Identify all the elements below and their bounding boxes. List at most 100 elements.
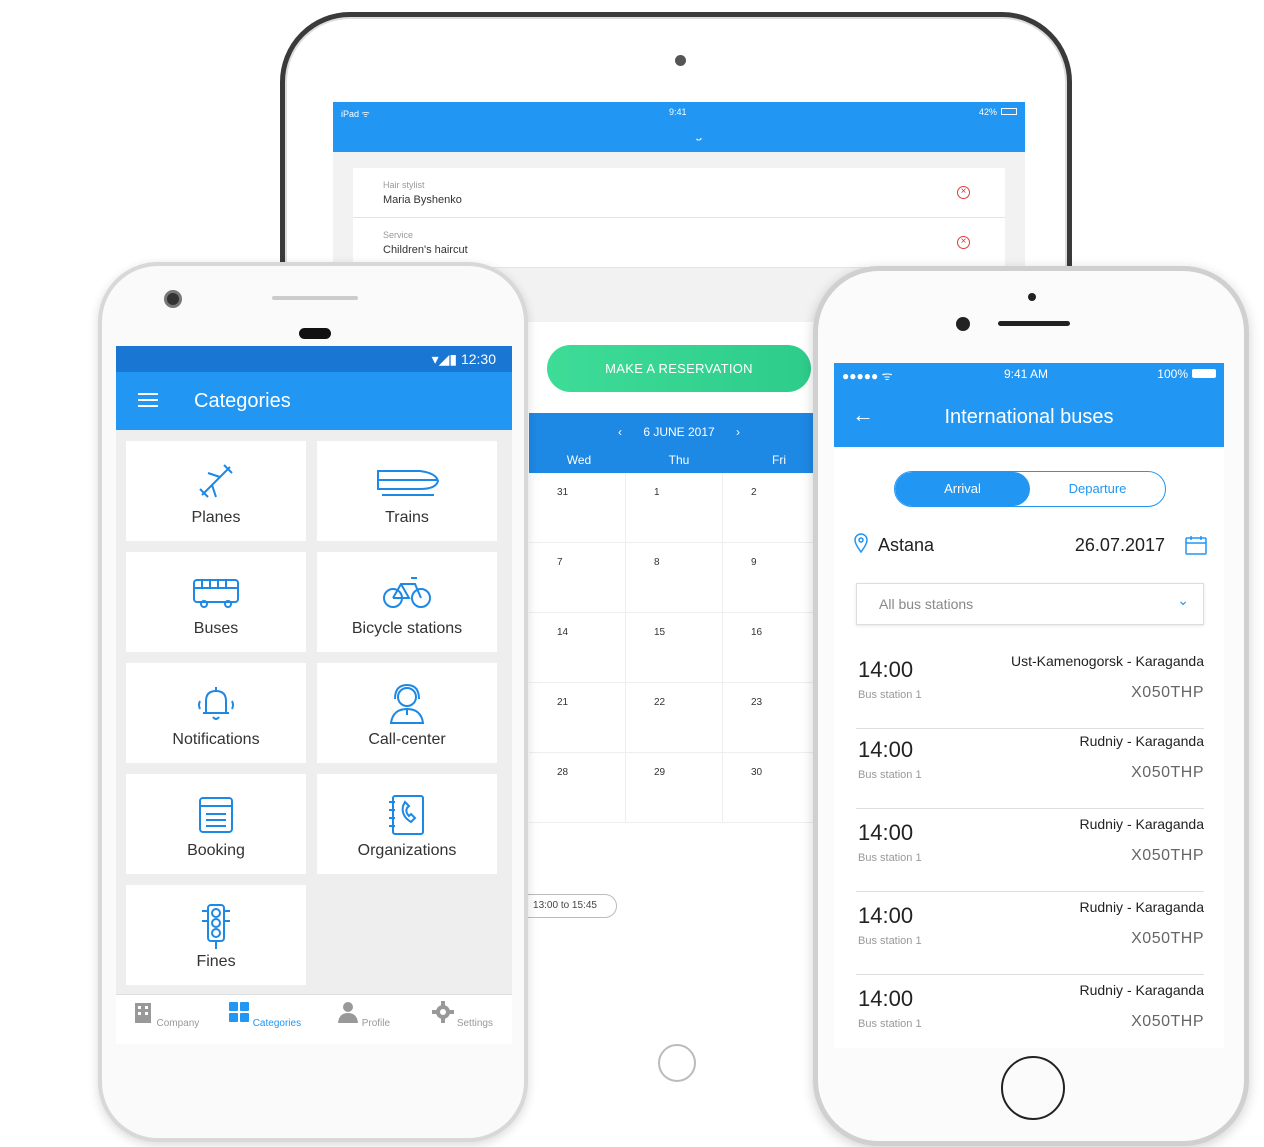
calendar-grid: 31 1 2 7 8 9 14 15 16 21 22 23 28 29 30 bbox=[529, 473, 829, 823]
tile-trains[interactable]: Trains bbox=[317, 441, 497, 541]
segment-arrival[interactable]: Arrival bbox=[895, 472, 1030, 506]
time-slot-pill[interactable]: 13:00 to 15:45 bbox=[513, 894, 617, 918]
tile-bicycle-stations[interactable]: Bicycle stations bbox=[317, 552, 497, 652]
calendar-header: ‹ 6 JUNE 2017 › Wed Thu Fri bbox=[529, 413, 829, 473]
bus-icon bbox=[193, 579, 239, 608]
route-plate: X050THP bbox=[1131, 1013, 1204, 1030]
route-name: Rudniy - Karaganda bbox=[1079, 733, 1204, 749]
calendar-day[interactable]: 9 bbox=[723, 543, 820, 613]
route-row[interactable]: 14:00 Rudniy - Karaganda Bus station 1 X… bbox=[856, 976, 1204, 1048]
iphone-home-button[interactable] bbox=[1001, 1056, 1065, 1120]
tile-call-center[interactable]: Call-center bbox=[317, 663, 497, 763]
calendar-day[interactable]: 1 bbox=[626, 473, 723, 543]
tile-notifications[interactable]: Notifications bbox=[126, 663, 306, 763]
route-station: Bus station 1 bbox=[858, 852, 922, 864]
tile-booking[interactable]: Booking bbox=[126, 774, 306, 874]
tile-label: Buses bbox=[193, 620, 239, 637]
tile-label: Organizations bbox=[357, 842, 457, 859]
android-app-bar: Categories bbox=[116, 372, 512, 430]
android-status-time: 12:30 bbox=[460, 351, 496, 367]
nav-label: Categories bbox=[252, 1018, 302, 1029]
wifi-signal-icon: ▾◢▮ bbox=[431, 351, 461, 367]
nav-categories[interactable]: Categories bbox=[215, 995, 314, 1044]
nav-settings[interactable]: Settings bbox=[413, 995, 512, 1044]
tile-label: Bicycle stations bbox=[351, 620, 463, 637]
tile-planes[interactable]: Planes bbox=[126, 441, 306, 541]
tile-label: Planes bbox=[191, 509, 241, 526]
bus-station-dropdown[interactable]: All bus stations ⌄ bbox=[856, 583, 1204, 625]
nav-profile[interactable]: Profile bbox=[314, 995, 413, 1044]
calendar-day[interactable]: 7 bbox=[529, 543, 626, 613]
date-label[interactable]: 26.07.2017 bbox=[1075, 535, 1165, 556]
category-grid: Planes Trains Buses Bicycle stations Not… bbox=[126, 441, 497, 985]
tile-fines[interactable]: Fines bbox=[126, 885, 306, 985]
calendar-day[interactable]: 30 bbox=[723, 753, 820, 823]
calendar-icon bbox=[199, 797, 233, 833]
location-pin-icon[interactable] bbox=[854, 533, 868, 553]
route-name: Rudniy - Karaganda bbox=[1079, 982, 1204, 998]
building-icon bbox=[134, 1003, 151, 1023]
route-row[interactable]: 14:00 Rudniy - Karaganda Bus station 1 X… bbox=[856, 893, 1204, 975]
route-name: Ust-Kamenogorsk - Karaganda bbox=[1011, 653, 1204, 669]
iphone-status-battery: 100% bbox=[1157, 367, 1188, 381]
tile-label: Call-center bbox=[368, 731, 446, 748]
route-time: 14:00 bbox=[858, 903, 914, 928]
route-plate: X050THP bbox=[1131, 847, 1204, 864]
calendar-day[interactable]: 14 bbox=[529, 613, 626, 683]
route-row[interactable]: 14:00 Rudniy - Karaganda Bus station 1 X… bbox=[856, 810, 1204, 892]
calendar-day[interactable]: 15 bbox=[626, 613, 723, 683]
next-month-icon[interactable]: › bbox=[736, 425, 740, 439]
calendar-day[interactable]: 8 bbox=[626, 543, 723, 613]
calendar-day[interactable]: 29 bbox=[626, 753, 723, 823]
field-service[interactable]: Service Children's haircut × bbox=[353, 218, 1005, 268]
tablet-status-carrier: iPad ᯤ bbox=[341, 109, 370, 119]
calendar-day[interactable]: 22 bbox=[626, 683, 723, 753]
iphone-status-bar: ●●●●● ᯤ 9:41 AM 100% bbox=[834, 363, 1224, 385]
hamburger-menu-icon[interactable] bbox=[138, 393, 158, 407]
route-time: 14:00 bbox=[858, 657, 914, 682]
calendar-day[interactable]: 23 bbox=[723, 683, 820, 753]
tablet-home-button[interactable] bbox=[658, 1044, 696, 1082]
grid-icon bbox=[228, 1002, 249, 1022]
calendar-day[interactable]: 2 bbox=[723, 473, 820, 543]
prev-month-icon[interactable]: ‹ bbox=[618, 425, 622, 439]
calendar-day[interactable]: 16 bbox=[723, 613, 820, 683]
route-station: Bus station 1 bbox=[858, 689, 922, 701]
nav-label: Company bbox=[156, 1018, 200, 1029]
route-plate: X050THP bbox=[1131, 684, 1204, 701]
make-reservation-button[interactable]: MAKE A RESERVATION bbox=[547, 345, 811, 392]
iphone-camera bbox=[956, 317, 970, 331]
tile-label: Fines bbox=[196, 953, 236, 970]
tile-buses[interactable]: Buses bbox=[126, 552, 306, 652]
route-row[interactable]: 14:00 Rudniy - Karaganda Bus station 1 X… bbox=[856, 727, 1204, 809]
route-station: Bus station 1 bbox=[858, 1018, 922, 1030]
field-hair-stylist[interactable]: Hair stylist Maria Byshenko × bbox=[353, 168, 1005, 218]
calendar-day[interactable]: 21 bbox=[529, 683, 626, 753]
nav-label: Profile bbox=[361, 1018, 391, 1029]
page-title: Categories bbox=[194, 390, 291, 412]
calendar-day[interactable]: 31 bbox=[529, 473, 626, 543]
weekday: Wed bbox=[566, 453, 592, 467]
route-station: Bus station 1 bbox=[858, 769, 922, 781]
clear-icon[interactable]: × bbox=[957, 236, 970, 249]
segment-departure[interactable]: Departure bbox=[1030, 472, 1165, 506]
route-name: Rudniy - Karaganda bbox=[1079, 899, 1204, 915]
nav-company[interactable]: Company bbox=[116, 995, 215, 1044]
page-title: International buses bbox=[944, 406, 1114, 428]
iphone-device: ●●●●● ᯤ 9:41 AM 100% ← International bus… bbox=[813, 266, 1249, 1146]
route-station: Bus station 1 bbox=[858, 935, 922, 947]
tile-organizations[interactable]: Organizations bbox=[317, 774, 497, 874]
train-icon bbox=[377, 470, 440, 496]
dropdown-value: All bus stations bbox=[879, 596, 974, 612]
route-row[interactable]: 14:00 Ust-Kamenogorsk - Karaganda Bus st… bbox=[856, 647, 1204, 729]
clear-icon[interactable]: × bbox=[957, 186, 970, 199]
bicycle-icon bbox=[383, 577, 431, 608]
iphone-sensor bbox=[1028, 293, 1036, 301]
calendar-icon[interactable] bbox=[1185, 535, 1207, 555]
android-screen: ▾◢▮ 12:30 Categories Planes Trains Buses… bbox=[116, 346, 512, 1044]
city-label[interactable]: Astana bbox=[878, 535, 934, 556]
iphone-speaker bbox=[998, 321, 1070, 326]
calendar-day[interactable]: 28 bbox=[529, 753, 626, 823]
chevron-down-icon: ⌄ bbox=[1177, 592, 1189, 608]
location-row: Astana 26.07.2017 bbox=[854, 533, 1209, 561]
